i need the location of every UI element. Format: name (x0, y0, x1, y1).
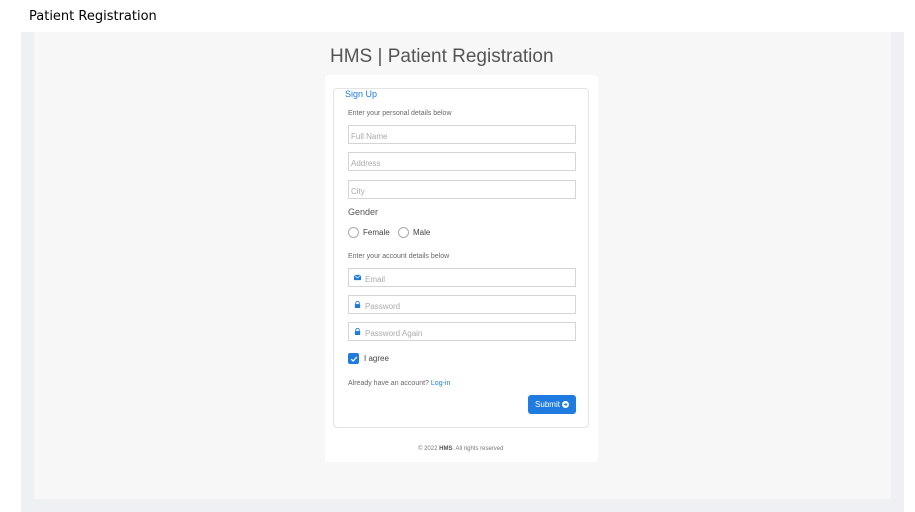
signup-legend: Sign Up (341, 89, 382, 99)
full-name-input[interactable] (349, 128, 575, 145)
document-caption: Patient Registration (29, 9, 157, 24)
city-input[interactable] (349, 183, 575, 200)
login-prompt-text: Already have an account? (348, 380, 429, 387)
male-radio[interactable] (398, 227, 409, 238)
login-prompt: Already have an account? Log-in (348, 380, 450, 387)
account-details-hint: Enter your account details below (348, 253, 450, 260)
gender-female-option[interactable]: Female (348, 227, 390, 238)
city-field[interactable] (348, 180, 576, 200)
agree-checkbox[interactable] (348, 353, 359, 364)
password-again-field[interactable] (348, 322, 576, 342)
gender-male-option[interactable]: Male (398, 227, 430, 238)
footer-copyright: © 2022 HMS. All rights reserved (418, 446, 503, 452)
address-input[interactable] (349, 155, 575, 172)
submit-label: Submit (535, 400, 560, 409)
submit-button[interactable]: Submit (528, 395, 576, 414)
password-field[interactable] (348, 295, 576, 315)
email-input[interactable] (349, 271, 575, 288)
male-radio-label: Male (413, 228, 431, 237)
full-name-field[interactable] (348, 125, 576, 145)
copyright-rights: . All rights reserved (452, 446, 504, 452)
lock-icon (354, 301, 361, 308)
agree-option[interactable]: I agree (348, 353, 389, 364)
agree-label: I agree (364, 354, 389, 363)
address-field[interactable] (348, 152, 576, 172)
copyright-brand: HMS (439, 446, 453, 452)
female-radio[interactable] (348, 227, 359, 238)
checkmark-icon (350, 356, 357, 362)
arrow-circle-right-icon (561, 401, 569, 408)
lock-icon (354, 328, 361, 335)
gender-label: Gender (348, 207, 379, 217)
password-input[interactable] (349, 298, 575, 315)
password-again-input[interactable] (349, 325, 575, 342)
envelope-icon (354, 274, 361, 281)
copyright-year: © 2022 (418, 446, 438, 452)
female-radio-label: Female (363, 228, 390, 237)
personal-details-hint: Enter your personal details below (348, 110, 452, 117)
login-link[interactable]: Log-in (431, 380, 450, 387)
page-title: HMS | Patient Registration (330, 46, 554, 67)
email-field[interactable] (348, 268, 576, 288)
